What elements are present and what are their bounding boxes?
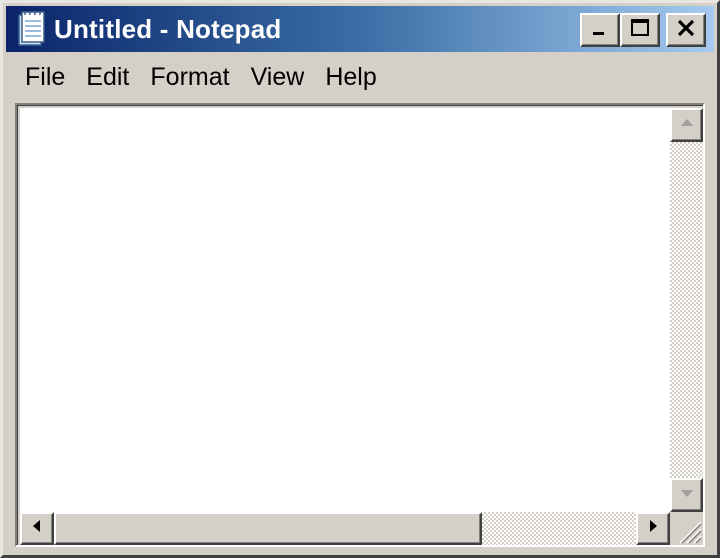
menu-format[interactable]: Format bbox=[141, 55, 238, 99]
text-editor[interactable] bbox=[20, 108, 670, 512]
title-bar[interactable]: Untitled - Notepad bbox=[6, 6, 714, 52]
close-icon bbox=[675, 17, 697, 44]
menu-edit[interactable]: Edit bbox=[77, 55, 138, 99]
notepad-icon[interactable] bbox=[14, 10, 48, 48]
window-controls bbox=[580, 13, 706, 47]
scroll-right-button[interactable] bbox=[636, 512, 670, 545]
arrow-left-icon bbox=[31, 518, 43, 539]
menu-view[interactable]: View bbox=[242, 55, 314, 99]
scroll-left-button[interactable] bbox=[20, 512, 54, 545]
horizontal-scroll-thumb[interactable] bbox=[54, 512, 482, 545]
notepad-window: Untitled - Notepad File Edit Format View… bbox=[0, 0, 720, 558]
minimize-button[interactable] bbox=[580, 13, 620, 47]
window-title: Untitled - Notepad bbox=[54, 13, 282, 44]
scroll-up-button[interactable] bbox=[670, 108, 703, 142]
minimize-icon bbox=[590, 18, 610, 43]
arrow-up-icon bbox=[679, 116, 695, 134]
arrow-right-icon bbox=[647, 518, 659, 539]
maximize-icon bbox=[629, 17, 651, 44]
maximize-button[interactable] bbox=[620, 13, 660, 47]
menu-help[interactable]: Help bbox=[316, 55, 385, 99]
arrow-down-icon bbox=[679, 486, 695, 504]
size-grip-icon[interactable] bbox=[670, 512, 703, 545]
menu-bar: File Edit Format View Help bbox=[6, 55, 714, 99]
editor-frame bbox=[15, 103, 705, 547]
close-button[interactable] bbox=[666, 13, 706, 47]
scroll-down-button[interactable] bbox=[670, 478, 703, 512]
horizontal-scrollbar[interactable] bbox=[20, 512, 670, 545]
menu-file[interactable]: File bbox=[16, 55, 74, 99]
vertical-scrollbar[interactable] bbox=[670, 108, 703, 512]
